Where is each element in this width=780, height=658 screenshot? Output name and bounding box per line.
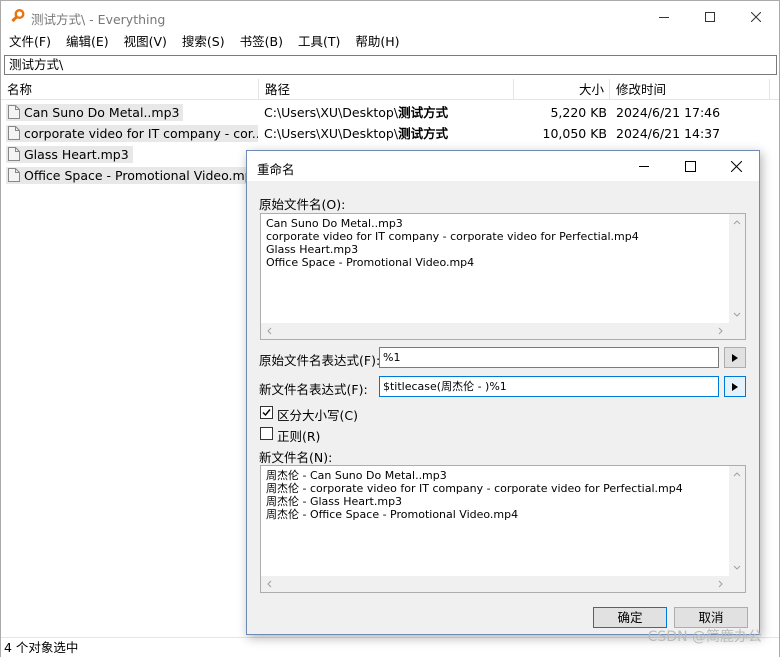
maximize-icon (705, 11, 715, 22)
list-item: 周杰伦 - Office Space - Promotional Video.m… (266, 508, 519, 521)
app-search-icon (10, 8, 26, 24)
list-item: 周杰伦 - corporate video for IT company - c… (266, 482, 683, 495)
new-expression-input[interactable]: $titlecase(周杰伦 - )%1 (379, 376, 719, 397)
vertical-scrollbar[interactable] (729, 214, 745, 323)
column-header: 名称 路径 大小 修改时间 (1, 79, 779, 100)
regex-label[interactable]: 正则(R) (277, 426, 320, 445)
original-expression-input[interactable]: %1 (379, 347, 719, 368)
close-icon (730, 160, 742, 172)
search-input[interactable]: 测试方式\ (4, 55, 777, 75)
new-names-list[interactable]: 周杰伦 - Can Suno Do Metal..mp3 周杰伦 - corpo… (260, 465, 746, 593)
menu-search[interactable]: 搜索(S) (174, 32, 232, 52)
file-path-match: 测试方式 (398, 126, 449, 141)
arrow-right-icon (732, 382, 738, 391)
dialog-maximize-button[interactable] (667, 151, 713, 181)
vertical-scrollbar[interactable] (729, 466, 745, 576)
original-names-label: 原始文件名(O): (259, 197, 346, 212)
menu-edit[interactable]: 编辑(E) (58, 32, 116, 52)
menu-bar: 文件(F) 编辑(E) 视图(V) 搜索(S) 书签(B) 工具(T) 帮助(H… (1, 32, 779, 52)
window-title: 测试方式\ - Everything (31, 12, 166, 27)
maximize-icon (684, 160, 696, 172)
file-path-match: 测试方式 (398, 105, 449, 120)
column-date[interactable]: 修改时间 (610, 79, 770, 100)
table-row[interactable]: Can Suno Do Metal..mp3 C:\Users\XU\Deskt… (1, 102, 779, 123)
horizontal-scrollbar[interactable] (261, 323, 729, 339)
minimize-icon (639, 166, 649, 167)
menu-tools[interactable]: 工具(T) (290, 32, 347, 52)
file-icon (8, 104, 20, 119)
file-path: C:\Users\XU\Desktop\ (264, 126, 399, 141)
close-icon (751, 11, 761, 22)
new-names-label: 新文件名(N): (259, 450, 333, 465)
new-expression-menu-button[interactable] (724, 376, 746, 397)
dialog-close-button[interactable] (713, 151, 759, 181)
list-item: Glass Heart.mp3 (266, 243, 359, 256)
cancel-button[interactable]: 取消 (674, 607, 748, 628)
file-icon (8, 146, 20, 161)
list-item: 周杰伦 - Can Suno Do Metal..mp3 (266, 469, 447, 482)
ok-button[interactable]: 确定 (593, 607, 667, 628)
minimize-button[interactable] (641, 1, 687, 32)
list-item: Office Space - Promotional Video.mp4 (266, 256, 475, 269)
maximize-button[interactable] (687, 1, 733, 32)
list-item: 周杰伦 - Glass Heart.mp3 (266, 495, 403, 508)
horizontal-scrollbar[interactable] (261, 576, 729, 592)
regex-checkbox[interactable] (260, 427, 273, 440)
file-name: corporate video for IT company - cor... (24, 126, 258, 141)
file-name: Office Space - Promotional Video.mp4 (24, 168, 251, 183)
title-bar: 测试方式\ - Everything (1, 1, 779, 32)
column-path[interactable]: 路径 (259, 79, 514, 100)
dialog-title: 重命名 (257, 162, 295, 177)
file-icon (8, 167, 20, 182)
file-date: 2024/6/21 14:37 (616, 126, 721, 141)
original-expression-label: 原始文件名表达式(F): (259, 353, 381, 368)
dialog-minimize-button[interactable] (621, 151, 667, 181)
checkmark-icon (262, 409, 271, 417)
file-size: 5,220 KB (550, 105, 607, 120)
list-item: corporate video for IT company - corpora… (266, 230, 639, 243)
watermark: CSDN @简鹿办公 (647, 629, 762, 645)
minimize-icon (659, 16, 669, 18)
file-name: Glass Heart.mp3 (24, 147, 129, 162)
column-name[interactable]: 名称 (1, 79, 259, 100)
file-size: 10,050 KB (542, 126, 607, 141)
file-date: 2024/6/21 17:46 (616, 105, 721, 120)
file-icon (8, 125, 20, 140)
menu-help[interactable]: 帮助(H) (347, 32, 406, 52)
rename-dialog: 重命名 原始文件名(O): Can Suno Do Metal..mp3 cor… (246, 150, 760, 635)
original-expression-menu-button[interactable] (724, 347, 746, 368)
arrow-right-icon (732, 353, 738, 362)
table-row[interactable]: corporate video for IT company - cor... … (1, 123, 779, 144)
new-expression-label: 新文件名表达式(F): (259, 382, 368, 397)
menu-file[interactable]: 文件(F) (1, 32, 58, 52)
case-sensitive-label[interactable]: 区分大小写(C) (277, 405, 358, 424)
list-item: Can Suno Do Metal..mp3 (266, 217, 403, 230)
close-button[interactable] (733, 1, 779, 32)
file-name: Can Suno Do Metal..mp3 (24, 105, 180, 120)
file-path: C:\Users\XU\Desktop\ (264, 105, 399, 120)
column-size[interactable]: 大小 (514, 79, 610, 100)
original-names-list[interactable]: Can Suno Do Metal..mp3 corporate video f… (260, 213, 746, 340)
menu-bookmarks[interactable]: 书签(B) (232, 32, 290, 52)
menu-view[interactable]: 视图(V) (116, 32, 174, 52)
case-sensitive-checkbox[interactable] (260, 406, 273, 419)
dialog-title-bar: 重命名 (247, 151, 759, 181)
